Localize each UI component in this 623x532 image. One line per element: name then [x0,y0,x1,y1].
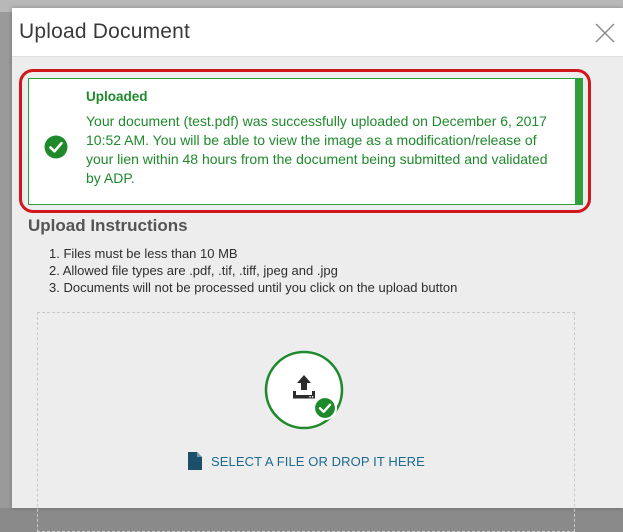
select-file-link[interactable]: SELECT A FILE OR DROP IT HERE [188,450,425,472]
modal-header: Upload Document [12,8,623,57]
check-circle-icon [312,395,338,421]
instructions-title: Upload Instructions [28,216,188,235]
upload-icon[interactable] [264,350,344,430]
upload-success-alert: Uploaded Your document (test.pdf) was su… [28,78,583,205]
check-circle-icon [44,135,68,159]
alert-message: Your document (test.pdf) was successfull… [86,113,548,186]
close-icon [595,23,615,43]
instruction-item: 2. Allowed file types are .pdf, .tif, .t… [49,263,338,278]
close-button[interactable] [592,20,618,46]
alert-accent-bar [575,79,582,204]
instruction-item: 1. Files must be less than 10 MB [49,246,238,261]
select-file-label: SELECT A FILE OR DROP IT HERE [211,453,425,469]
modal-title: Upload Document [19,20,191,43]
alert-title: Uploaded [86,89,148,104]
file-icon [188,452,202,470]
instructions-list: 1. Files must be less than 10 MB 2. Allo… [49,245,457,296]
instruction-item: 3. Documents will not be processed until… [49,280,458,295]
